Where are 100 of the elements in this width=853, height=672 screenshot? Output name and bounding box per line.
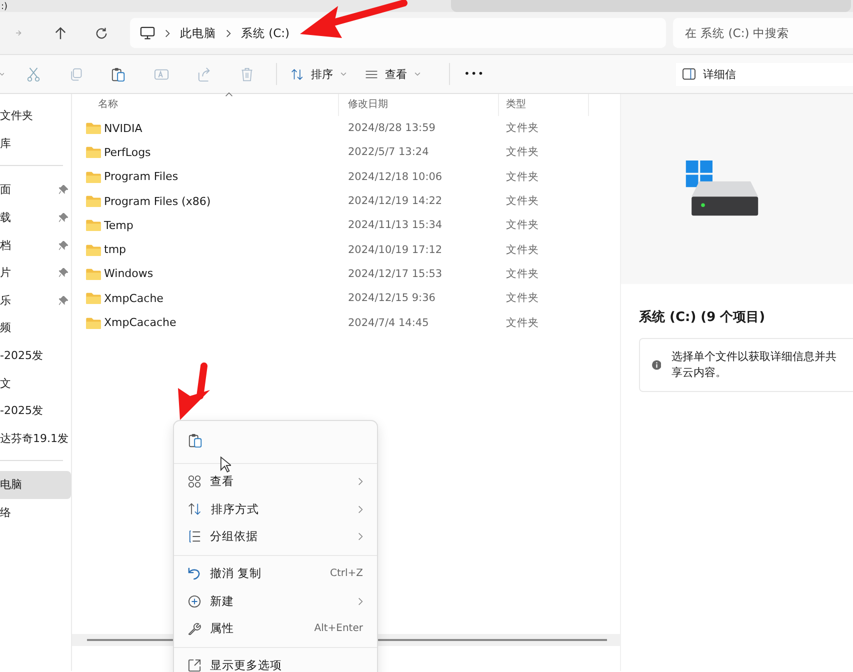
menu-item[interactable]: 显示更多选项 bbox=[174, 652, 377, 672]
file-name[interactable]: tmp bbox=[104, 243, 126, 256]
table-cell-text: 2024/11/13 15:34 bbox=[347, 219, 444, 232]
table-cell-text: 2022/5/7 13:24 bbox=[347, 146, 430, 158]
table-cell-text: 2024/10/19 17:12 bbox=[347, 244, 444, 256]
table-cell-text: 文件夹 bbox=[505, 218, 540, 232]
column-header[interactable]: 修改日期 bbox=[339, 94, 499, 116]
folder-icon bbox=[86, 316, 101, 329]
file-name[interactable]: XmpCacache bbox=[104, 316, 176, 330]
table-cell-text: 2024/12/15 9:36 bbox=[347, 292, 436, 304]
plus-circle-icon bbox=[188, 594, 201, 608]
sidebar-item[interactable]: 乐 bbox=[0, 286, 71, 314]
info-icon bbox=[652, 359, 662, 371]
sort-icon bbox=[188, 502, 202, 516]
sidebar-item[interactable]: 文 bbox=[0, 369, 71, 397]
sort-button[interactable]: 排序 bbox=[285, 62, 353, 86]
sidebar-item[interactable]: 电脑 bbox=[0, 471, 71, 499]
table-cell-text: 2024/12/17 15:53 bbox=[347, 268, 444, 280]
menu-item[interactable]: 撤消 复制 Ctrl+Z bbox=[174, 560, 377, 588]
file-name[interactable]: Temp bbox=[104, 218, 134, 232]
sidebar-item[interactable]: 文件夹 bbox=[0, 102, 71, 130]
tab-title[interactable]: :) bbox=[0, 3, 381, 12]
folder-icon bbox=[86, 195, 101, 208]
info-text: 选择单个文件以获取详细信息并共享云内容。 bbox=[671, 349, 838, 381]
menu-item[interactable]: 排序方式 bbox=[174, 496, 377, 524]
trash-icon[interactable] bbox=[240, 66, 254, 82]
column-header[interactable]: 名称 bbox=[72, 94, 339, 116]
paste-icon[interactable] bbox=[111, 66, 126, 82]
sidebar-item[interactable]: 片 bbox=[0, 258, 71, 287]
menu-item[interactable]: 属性 Alt+Enter bbox=[174, 614, 377, 643]
table-cell-text: 文件夹 bbox=[505, 242, 540, 257]
file-name[interactable]: Windows bbox=[104, 267, 154, 280]
details-button[interactable]: 详细信 bbox=[676, 62, 853, 86]
menu-item[interactable]: 分组依据 bbox=[174, 523, 377, 551]
paste-icon[interactable] bbox=[188, 432, 203, 448]
table-cell-text: 2024/7/4 14:45 bbox=[347, 316, 430, 329]
external-icon bbox=[188, 658, 201, 672]
rename-icon[interactable] bbox=[154, 66, 169, 82]
table-cell-text: 文件夹 bbox=[505, 316, 540, 330]
sidebar-item[interactable]: 络 bbox=[0, 498, 71, 526]
folder-icon bbox=[86, 170, 101, 183]
shortcut-text: Alt+Enter bbox=[314, 623, 363, 634]
sort-icon bbox=[291, 68, 304, 80]
view-button[interactable]: 查看 bbox=[359, 62, 427, 86]
table-cell-text: 文件夹 bbox=[505, 121, 540, 136]
breadcrumb[interactable]: 系统 (C:) bbox=[241, 26, 290, 40]
share-icon[interactable] bbox=[197, 66, 212, 82]
table-cell-text: 2024/8/28 13:59 bbox=[347, 122, 436, 134]
table-cell-text: 文件夹 bbox=[505, 194, 540, 208]
sort-caret-icon bbox=[225, 92, 233, 97]
sidebar-item[interactable]: 载 bbox=[0, 204, 71, 232]
mouse-cursor-icon bbox=[220, 456, 231, 473]
table-cell-text: 文件夹 bbox=[505, 266, 540, 281]
sidebar-item[interactable]: 面 bbox=[0, 176, 71, 204]
folder-icon bbox=[86, 219, 101, 232]
panel-icon bbox=[682, 68, 696, 80]
file-name[interactable]: XmpCache bbox=[104, 292, 164, 305]
folder-icon bbox=[86, 244, 101, 256]
refresh-icon[interactable] bbox=[95, 26, 108, 40]
search-field[interactable]: 在 系统 (C:) 中搜索 bbox=[673, 18, 853, 48]
details-title: 系统 (C:) (9 个项目) bbox=[639, 308, 766, 326]
chevron-icon bbox=[165, 28, 170, 38]
drive-icon bbox=[684, 160, 760, 218]
wrench-icon bbox=[188, 622, 201, 636]
column-header[interactable]: 类型 bbox=[499, 94, 589, 116]
file-name[interactable]: PerfLogs bbox=[104, 146, 151, 159]
table-cell-text: 文件夹 bbox=[505, 291, 540, 306]
chevron-icon bbox=[226, 28, 231, 38]
up-arrow-icon[interactable] bbox=[54, 26, 67, 40]
table-cell-text: 文件夹 bbox=[505, 170, 540, 184]
folder-icon bbox=[86, 146, 101, 158]
table-cell-text: 文件夹 bbox=[505, 145, 540, 160]
grid-icon bbox=[188, 475, 201, 488]
list-icon bbox=[188, 530, 201, 544]
file-name[interactable]: Program Files (x86) bbox=[104, 194, 211, 208]
menu-item[interactable]: 新建 bbox=[174, 587, 377, 615]
caret-icon[interactable] bbox=[0, 72, 4, 76]
sidebar-item[interactable]: 档 bbox=[0, 231, 71, 259]
folder-icon bbox=[86, 268, 101, 280]
menu-item[interactable]: 查看 bbox=[174, 468, 377, 496]
folder-icon bbox=[86, 122, 101, 134]
file-name[interactable]: Program Files bbox=[104, 170, 178, 184]
sidebar-item[interactable]: -2025发 bbox=[0, 396, 71, 425]
cut-icon[interactable] bbox=[26, 66, 41, 82]
more-button[interactable]: ••• bbox=[458, 64, 491, 84]
address-bar[interactable]: 此电脑 系统 (C:) bbox=[130, 18, 666, 48]
shortcut-text: Ctrl+Z bbox=[330, 568, 363, 580]
table-cell-text: 2024/12/19 14:22 bbox=[347, 195, 444, 208]
file-name[interactable]: NVIDIA bbox=[104, 122, 142, 135]
undo-icon bbox=[188, 567, 201, 580]
caret-icon bbox=[414, 72, 421, 76]
sidebar-item[interactable]: 库 bbox=[0, 130, 71, 158]
sidebar-item[interactable]: -2025发 bbox=[0, 342, 71, 370]
caret-icon bbox=[340, 72, 347, 76]
sidebar-item[interactable]: 频 bbox=[0, 314, 71, 342]
breadcrumb[interactable]: 此电脑 bbox=[180, 26, 216, 40]
folder-icon bbox=[86, 292, 101, 304]
copy-icon[interactable] bbox=[69, 67, 83, 81]
sidebar-item[interactable]: 达芬奇19.1发 bbox=[0, 424, 71, 452]
table-cell-text: 2024/12/18 10:06 bbox=[347, 170, 444, 183]
